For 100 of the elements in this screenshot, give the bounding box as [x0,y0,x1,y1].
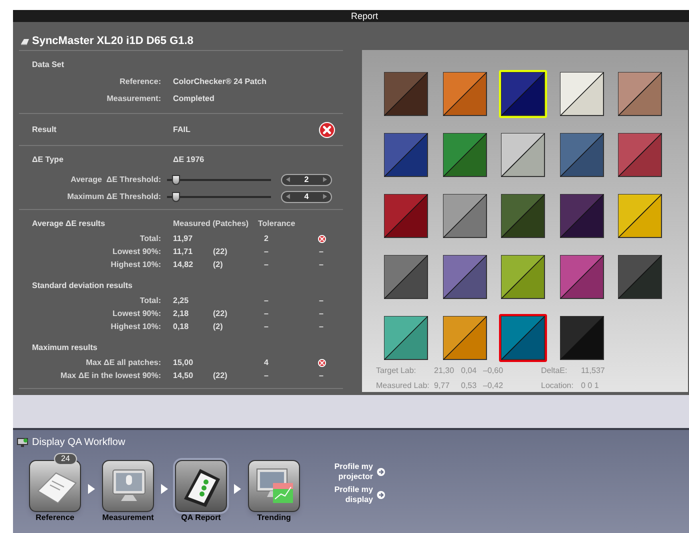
row-label: Total: [138,232,161,244]
color-patch[interactable] [384,194,428,238]
table-cell-text: 14,82 [173,258,194,270]
field-label: Measurement: [106,92,161,104]
field-label: DeltaE: [541,365,568,377]
table-cell-text: (22) [213,370,228,382]
table-cell-text: 4 [263,356,270,368]
result-value: FAIL [173,124,192,136]
table-cell-text: (22) [213,246,228,258]
color-patch[interactable] [501,133,546,177]
field-value: –0,42 [483,380,504,392]
workflow-step-button[interactable] [248,460,300,512]
color-patch[interactable] [618,255,662,299]
color-patch[interactable] [560,72,604,116]
window-title: Report [351,12,378,20]
color-patch[interactable] [384,133,428,177]
step-label: QA Report [181,513,221,523]
table-cell-text: 2,25 [173,294,190,306]
stepper-field[interactable]: 4 [281,190,332,202]
fail-icon [318,234,326,242]
table-cell-text: (2) [213,320,224,332]
color-patch[interactable] [442,72,487,116]
row-label: Max ΔE in the lowest 90%: [60,370,161,382]
table-cell-text: 0,18 [173,320,190,332]
field-label: Location: [541,380,574,392]
column-header: Measured (Patches) [173,218,250,230]
display-name: SyncMaster XL20 i1D D65 G1.8 [32,34,194,50]
monitor-icon [17,438,28,447]
table-cell-text: – [263,370,270,382]
color-patch[interactable] [560,133,604,177]
field-value: 0 0 1 [581,380,600,392]
color-patch[interactable] [442,255,487,299]
field-value: –0,60 [483,365,504,377]
field-label: Average ΔE Threshold: [70,174,161,186]
result-label: Result [32,124,58,136]
color-patch[interactable] [501,255,546,299]
table-cell-text: (2) [213,258,224,270]
workflow-step-button[interactable] [175,460,227,512]
color-patch[interactable] [560,255,604,299]
field-label: Target Lab: [376,365,418,377]
color-patch[interactable] [442,133,487,177]
arrow-circle-icon [377,491,385,499]
field-value: Completed [173,92,214,104]
field-value: 0,04 [461,365,478,377]
table-cell-text: – [263,294,270,306]
table-cell-text: 2,18 [173,308,190,320]
table-cell-text: (22) [213,308,228,320]
table-cell: – [318,370,324,382]
row-label: Max ΔE all patches: [84,356,161,368]
display-icon [20,38,30,46]
fail-icon [318,358,326,366]
color-patch[interactable] [560,316,604,360]
color-patch[interactable] [618,72,662,116]
color-patch[interactable] [384,72,428,116]
row-label: Lowest 90%: [112,246,161,258]
section-heading: Average ΔE results [32,218,106,230]
color-patch[interactable] [442,316,487,360]
workflow-step-button[interactable] [102,460,154,512]
table-cell-text: – [263,246,270,258]
table-cell: – [318,258,324,270]
table-cell: – [318,308,324,320]
color-patch[interactable] [618,194,662,238]
table-cell-text: – [263,320,270,332]
field-value: ΔE 1976 [173,154,204,166]
table-cell: – [318,294,324,306]
field-label: Measured Lab: [376,380,430,392]
link[interactable]: Profile my projector [331,462,373,482]
decrement-icon [286,177,290,182]
table-cell-text: 14,50 [173,370,194,382]
workflow-step-button[interactable] [29,460,81,512]
field-label: Maximum ΔE Threshold: [66,190,161,202]
arrow-icon [88,484,95,494]
row-label: Highest 10%: [110,320,161,332]
arrow-icon [234,484,241,494]
table-cell: – [318,320,324,332]
table-cell: – [318,246,324,258]
field-value: 9,77 [434,380,451,392]
step-label: Reference [36,513,74,523]
color-patch[interactable] [384,316,428,360]
row-label: Lowest 90%: [112,308,161,320]
table-cell-text: 11,71 [173,246,194,258]
field-label: ΔE Type [32,154,64,166]
table-cell-text: 2 [263,232,270,244]
table-cell-text: – [263,308,270,320]
column-header: Tolerance [258,218,296,230]
color-patch[interactable] [501,194,546,238]
stepper-field[interactable]: 2 [281,174,332,186]
color-patch[interactable] [618,133,662,177]
link[interactable]: Profile my display [331,485,373,505]
color-patch[interactable] [442,194,487,238]
workflow-title: Display QA Workflow [32,436,126,450]
table-cell-text: 15,00 [173,356,194,368]
field-value: 21,30 [434,365,456,377]
section-heading: Data Set [32,60,64,69]
step-label: Measurement [102,513,154,523]
increment-icon [322,194,327,199]
color-patch[interactable] [384,255,428,299]
color-patch[interactable] [560,194,604,238]
table-cell-text: – [263,258,270,270]
count-badge: 24 [54,453,77,465]
